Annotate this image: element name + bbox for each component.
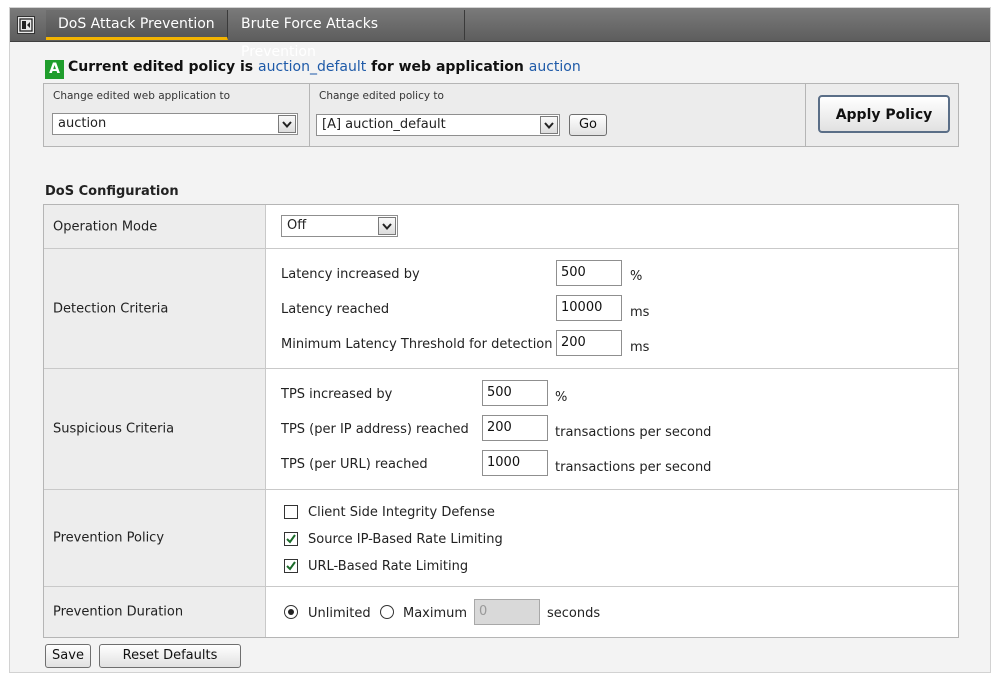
collapse-panel-icon[interactable]	[17, 16, 35, 34]
app-selector-label: Change edited web application to	[53, 90, 231, 102]
go-button[interactable]: Go	[569, 114, 607, 136]
tps-increased-input[interactable]: 500	[482, 380, 548, 406]
row-body-cell: Client Side Integrity Defense Source IP-…	[267, 490, 958, 586]
row-body-cell: TPS increased by 500 % TPS (per IP addre…	[267, 369, 958, 489]
operation-mode-value: Off	[287, 218, 307, 233]
chevron-down-icon[interactable]	[278, 115, 296, 133]
row-label-cell: Prevention Duration	[44, 587, 266, 637]
row-body-cell: Latency increased by 500 % Latency reach…	[267, 249, 958, 368]
tab-dos-attack-prevention[interactable]: DoS Attack Prevention	[46, 10, 228, 40]
dos-configuration-title: DoS Configuration	[45, 184, 179, 199]
unlimited-label: Unlimited	[308, 606, 371, 621]
reset-defaults-button[interactable]: Reset Defaults	[99, 644, 241, 668]
row-operation-mode: Operation Mode Off	[44, 205, 958, 249]
latency-reached-label: Latency reached	[281, 302, 390, 317]
web-application-select-value: auction	[58, 116, 107, 131]
row-label-cell: Prevention Policy	[44, 490, 266, 586]
web-application-select[interactable]: auction	[52, 113, 298, 135]
min-latency-input[interactable]: 200	[556, 330, 622, 356]
operation-mode-select[interactable]: Off	[281, 215, 398, 237]
policy-selector-cell: Change edited policy to [A] auction_defa…	[310, 84, 806, 146]
current-policy-line: A Current edited policy is auction_defaul…	[45, 59, 581, 79]
policy-selector-box: Change edited web application to auction…	[43, 83, 959, 147]
tps-ip-input[interactable]: 200	[482, 415, 548, 441]
row-label-cell: Operation Mode	[44, 205, 266, 248]
policy-select-value: [A] auction_default	[322, 117, 446, 132]
latency-reached-input[interactable]: 10000	[556, 295, 622, 321]
row-label-cell: Detection Criteria	[44, 249, 266, 368]
save-button[interactable]: Save	[45, 644, 91, 668]
source-ip-rate-limit-checkbox[interactable]	[284, 532, 298, 546]
maximum-radio[interactable]	[380, 605, 394, 619]
tps-increased-unit: %	[555, 390, 568, 405]
row-prevention-policy: Prevention Policy Client Side Integrity …	[44, 490, 958, 587]
prevention-duration-label: Prevention Duration	[53, 604, 184, 620]
checkmark-icon	[286, 561, 296, 571]
chevron-down-icon[interactable]	[378, 217, 396, 235]
row-body-cell: Unlimited Maximum 0 seconds	[267, 587, 958, 637]
app-name-link[interactable]: auction	[529, 59, 581, 75]
maximum-seconds-input: 0	[474, 599, 540, 625]
dos-config-table: Operation Mode Off Detection Criteria La…	[43, 204, 959, 638]
app-frame: DoS Attack Prevention Brute Force Attack…	[9, 7, 991, 673]
row-prevention-duration: Prevention Duration Unlimited Maximum 0 …	[44, 587, 958, 637]
app-selector-cell: Change edited web application to auction	[44, 84, 310, 146]
policy-select[interactable]: [A] auction_default	[316, 114, 560, 136]
chevron-down-icon[interactable]	[540, 116, 558, 134]
url-rate-limit-checkbox[interactable]	[284, 559, 298, 573]
apply-policy-button[interactable]: Apply Policy	[818, 95, 950, 133]
suspicious-criteria-label: Suspicious Criteria	[53, 421, 175, 437]
duration-unit: seconds	[547, 606, 601, 621]
policy-name-link[interactable]: auction_default	[258, 59, 366, 75]
policy-middle-text: for web application	[371, 59, 524, 75]
tps-ip-label: TPS (per IP address) reached	[281, 422, 469, 437]
policy-badge: A	[45, 60, 64, 79]
tab-brute-force-prevention[interactable]: Brute Force Attacks Prevention	[229, 10, 465, 60]
operation-mode-label: Operation Mode	[53, 219, 158, 234]
maximum-label: Maximum	[403, 606, 468, 621]
latency-reached-unit: ms	[630, 305, 650, 320]
min-latency-unit: ms	[630, 340, 650, 355]
radio-dot	[288, 609, 294, 615]
row-detection-criteria: Detection Criteria Latency increased by …	[44, 249, 958, 369]
policy-prefix: Current edited policy is	[68, 59, 254, 75]
latency-increased-label: Latency increased by	[281, 267, 420, 282]
tps-url-unit: transactions per second	[555, 460, 712, 475]
row-body-cell: Off	[267, 205, 958, 248]
checkmark-icon	[286, 534, 296, 544]
client-side-integrity-checkbox[interactable]	[284, 505, 298, 519]
row-label-cell: Suspicious Criteria	[44, 369, 266, 489]
policy-selector-label: Change edited policy to	[319, 90, 444, 102]
min-latency-label: Minimum Latency Threshold for detection	[281, 337, 553, 352]
unlimited-radio[interactable]	[284, 605, 298, 619]
url-rate-limit-label: URL-Based Rate Limiting	[308, 559, 469, 574]
tps-ip-unit: transactions per second	[555, 425, 712, 440]
row-suspicious-criteria: Suspicious Criteria TPS increased by 500…	[44, 369, 958, 490]
client-side-integrity-label: Client Side Integrity Defense	[308, 505, 495, 520]
tps-url-input[interactable]: 1000	[482, 450, 548, 476]
detection-criteria-label: Detection Criteria	[53, 301, 169, 316]
latency-increased-unit: %	[630, 269, 643, 284]
prevention-policy-label: Prevention Policy	[53, 530, 165, 546]
tps-increased-label: TPS increased by	[281, 387, 393, 402]
tab-bar: DoS Attack Prevention Brute Force Attack…	[10, 8, 990, 60]
tps-url-label: TPS (per URL) reached	[281, 457, 428, 472]
source-ip-rate-limit-label: Source IP-Based Rate Limiting	[308, 532, 503, 547]
latency-increased-input[interactable]: 500	[556, 260, 622, 286]
